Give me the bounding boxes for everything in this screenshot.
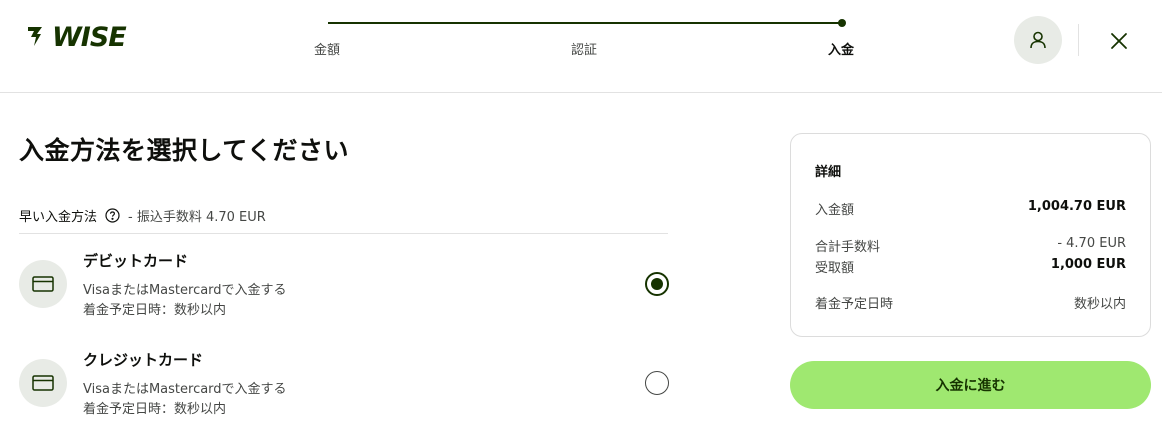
received-amount-value: 1,000 EUR	[1050, 257, 1126, 272]
deposit-amount-label: 入金額	[815, 203, 855, 218]
help-icon[interactable]	[105, 207, 120, 223]
received-amount-label: 受取額	[815, 261, 855, 276]
close-button[interactable]	[1104, 26, 1134, 56]
summary-title: 詳細	[815, 165, 842, 180]
card-icon	[32, 276, 54, 292]
brand-wordmark: WISE	[52, 22, 127, 52]
payment-option-debit-card[interactable]: デビットカード VisaまたはMastercardで入金する 着金予定日時：数秒…	[19, 250, 669, 320]
header-divider	[1078, 24, 1079, 56]
deposit-amount-value: 1,004.70 EUR	[1027, 199, 1126, 214]
eta-value: 数秒以内	[1073, 297, 1126, 312]
user-icon	[1030, 31, 1046, 49]
radio-selected[interactable]	[645, 272, 669, 296]
top-header: WISE 金額 認証 入金	[0, 0, 1162, 93]
option-title: デビットカード	[83, 252, 189, 270]
option-eta: 着金予定日時：数秒以内	[83, 303, 227, 318]
fee-note: - 振込手数料 4.70 EUR	[128, 209, 266, 225]
payment-option-credit-card[interactable]: クレジットカード VisaまたはMastercardで入金する 着金予定日時：数…	[19, 349, 669, 419]
option-description: VisaまたはMastercardで入金する	[83, 283, 287, 298]
eta-label: 着金予定日時	[815, 297, 894, 312]
continue-button[interactable]: 入金に進む	[790, 361, 1151, 409]
step-verification: 認証	[571, 43, 598, 58]
wise-logo[interactable]: WISE	[26, 20, 134, 52]
summary-panel: 詳細 入金額 1,004.70 EUR 合計手数料 - 4.70 EUR 受取額…	[790, 133, 1151, 337]
option-eta: 着金予定日時：数秒以内	[83, 402, 227, 417]
step-amount: 金額	[314, 43, 341, 58]
account-button[interactable]	[1014, 16, 1062, 64]
radio-unselected[interactable]	[645, 371, 669, 395]
fast-method-label: 早い入金方法	[19, 209, 98, 225]
option-description: VisaまたはMastercardで入金する	[83, 382, 287, 397]
stepper-line	[328, 22, 842, 24]
radio-dot	[651, 278, 663, 290]
progress-stepper: 金額 認証 入金	[314, 17, 854, 58]
close-icon	[1111, 33, 1127, 49]
card-icon	[32, 375, 54, 391]
card-icon-circle	[19, 260, 67, 308]
total-fee-label: 合計手数料	[815, 240, 881, 255]
card-icon-circle	[19, 359, 67, 407]
option-title: クレジットカード	[83, 351, 204, 369]
page-title: 入金方法を選択してください	[19, 136, 350, 165]
total-fee-value: - 4.70 EUR	[1057, 236, 1126, 251]
step-deposit: 入金	[828, 43, 855, 58]
fast-method-row: 早い入金方法 - 振込手数料 4.70 EUR	[19, 206, 266, 225]
stepper-current-dot	[838, 19, 846, 27]
section-divider	[19, 233, 668, 234]
